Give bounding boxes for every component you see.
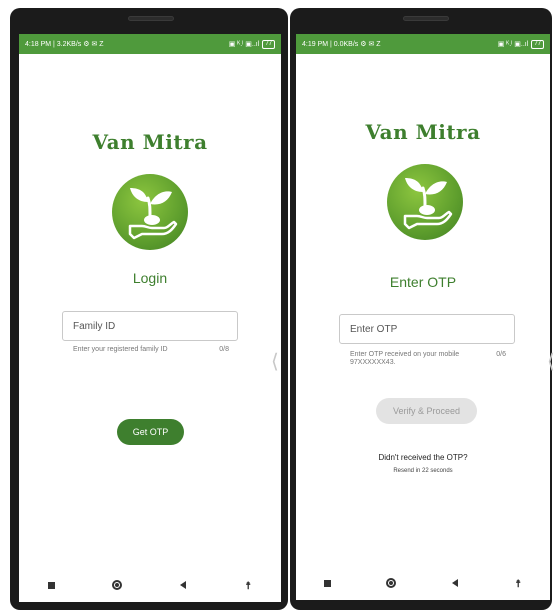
char-counter: 0/8 xyxy=(219,346,229,353)
recent-apps-button[interactable] xyxy=(318,579,338,590)
recent-apps-icon xyxy=(48,581,56,589)
speaker xyxy=(128,16,174,21)
logo-icon xyxy=(387,164,463,240)
home-icon xyxy=(386,577,397,588)
app-title: Van Mitra xyxy=(365,120,481,144)
recent-apps-icon xyxy=(324,579,332,587)
nav-bar: ☨ xyxy=(19,570,281,602)
char-counter: 0/6 xyxy=(496,351,506,358)
back-button[interactable] xyxy=(173,580,193,592)
login-screen: 4:18 PM | 3.2KB/s ⚙ ✉ Z ▣ ᴷ.ᴵ ▣..ıl 77 V… xyxy=(19,34,281,602)
scroll-handle: ⟨ xyxy=(271,349,279,373)
speaker xyxy=(403,16,449,21)
back-icon xyxy=(179,580,186,589)
helper-text: Enter your registered family ID xyxy=(73,346,168,353)
accessibility-button[interactable]: ☨ xyxy=(238,581,258,592)
page-title: Login xyxy=(132,270,168,286)
nav-bar: ☨ xyxy=(296,568,550,600)
otp-not-received-text: Didn't received the OTP? xyxy=(378,453,468,462)
status-left: 4:18 PM | 3.2KB/s ⚙ ✉ Z xyxy=(25,41,104,48)
helper-text: Enter OTP received on your mobile 97XXXX… xyxy=(350,351,460,366)
field-helper: Enter OTP received on your mobile 97XXXX… xyxy=(350,351,506,367)
home-button[interactable] xyxy=(381,577,401,591)
signal-indicators: ▣ ᴷ.ᴵ ▣..ıl xyxy=(228,41,260,48)
home-icon xyxy=(112,579,123,590)
status-bar: 4:18 PM | 3.2KB/s ⚙ ✉ Z ▣ ᴷ.ᴵ ▣..ıl 77 xyxy=(19,34,281,54)
phone-frame-otp: 4:19 PM | 0.0KB/s ⚙ ✉ Z ▣ ᴷ.ᴵ ▣..ıl 77 V… xyxy=(290,8,552,610)
battery-icon: 77 xyxy=(262,39,275,49)
verify-proceed-button[interactable]: Verify & Proceed xyxy=(376,398,477,424)
scroll-handle: ⟨ xyxy=(547,349,555,373)
battery-icon: 77 xyxy=(531,39,544,49)
family-id-field[interactable]: Family ID xyxy=(62,311,238,341)
accessibility-icon: ☨ xyxy=(515,578,521,590)
status-right: ▣ ᴷ.ᴵ ▣..ıl 77 xyxy=(228,39,275,49)
otp-screen: 4:19 PM | 0.0KB/s ⚙ ✉ Z ▣ ᴷ.ᴵ ▣..ıl 77 V… xyxy=(296,34,550,600)
recent-apps-button[interactable] xyxy=(42,581,62,592)
accessibility-button[interactable]: ☨ xyxy=(508,579,528,590)
signal-indicators: ▣ ᴷ.ᴵ ▣..ıl xyxy=(497,41,529,48)
status-left: 4:19 PM | 0.0KB/s ⚙ ✉ Z xyxy=(302,41,381,48)
phone-frame-login: 4:18 PM | 3.2KB/s ⚙ ✉ Z ▣ ᴷ.ᴵ ▣..ıl 77 V… xyxy=(10,8,288,610)
home-button[interactable] xyxy=(107,579,127,593)
field-helper: Enter your registered family ID 0/8 xyxy=(73,346,229,354)
logo-icon xyxy=(112,174,188,250)
app-title: Van Mitra xyxy=(92,130,208,154)
status-right: ▣ ᴷ.ᴵ ▣..ıl 77 xyxy=(497,39,544,49)
resend-timer: Resend in 22 seconds xyxy=(393,468,453,474)
get-otp-button[interactable]: Get OTP xyxy=(117,419,184,445)
status-bar: 4:19 PM | 0.0KB/s ⚙ ✉ Z ▣ ᴷ.ᴵ ▣..ıl 77 xyxy=(296,34,550,54)
back-button[interactable] xyxy=(445,578,465,590)
otp-field[interactable]: Enter OTP xyxy=(339,314,515,344)
back-icon xyxy=(451,578,458,587)
accessibility-icon: ☨ xyxy=(245,580,251,592)
page-title: Enter OTP xyxy=(389,274,457,290)
